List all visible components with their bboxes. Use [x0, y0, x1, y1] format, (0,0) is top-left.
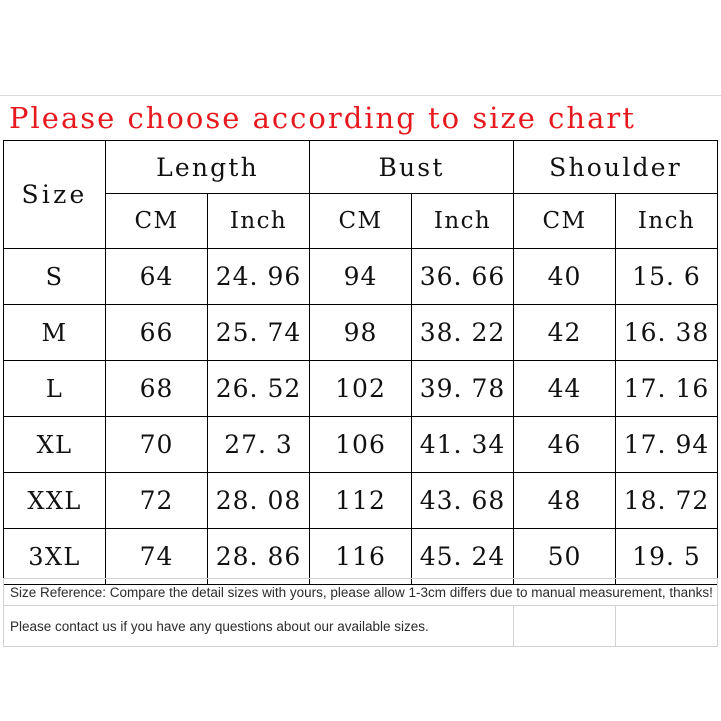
cell-bust-inch: 41. 34 [411, 416, 515, 473]
column-header-length: Length [104, 140, 311, 194]
cell-shoulder-cm: 50 [513, 528, 617, 585]
table-row: XXL 72 28. 08 112 43. 68 48 18. 72 [3, 472, 719, 529]
cell-bust-inch: 38. 22 [411, 304, 515, 361]
cell-bust-cm: 112 [309, 472, 413, 529]
table-header-units: CM Inch CM Inch CM Inch [4, 193, 719, 249]
cell-shoulder-cm: 48 [513, 472, 617, 529]
cell-size: L [3, 360, 106, 417]
size-reference-note: Size Reference: Compare the detail sizes… [3, 578, 718, 606]
cell-shoulder-cm: 42 [513, 304, 617, 361]
cell-length-cm: 70 [105, 416, 208, 473]
footnote-row-reference: Size Reference: Compare the detail sizes… [3, 578, 718, 606]
cell-shoulder-inch: 17. 16 [615, 360, 719, 417]
cell-length-inch: 28. 86 [206, 528, 311, 585]
cell-shoulder-inch: 17. 94 [615, 416, 719, 473]
cell-bust-cm: 102 [309, 360, 413, 417]
unit-header-length-cm: CM [105, 193, 208, 249]
cell-bust-inch: 39. 78 [411, 360, 515, 417]
cell-bust-inch: 45. 24 [411, 528, 515, 585]
size-chart-sheet: Please choose according to size chart Si… [0, 0, 721, 721]
column-header-bust: Bust [309, 140, 515, 194]
cell-bust-cm: 116 [309, 528, 413, 585]
cell-length-cm: 68 [105, 360, 208, 417]
footnote-spacer-cell [614, 605, 719, 647]
cell-shoulder-cm: 44 [513, 360, 617, 417]
cell-bust-inch: 36. 66 [411, 248, 515, 305]
cell-length-inch: 26. 52 [206, 360, 311, 417]
cell-length-inch: 28. 08 [206, 472, 311, 529]
cell-shoulder-inch: 16. 38 [615, 304, 719, 361]
cell-bust-cm: 106 [309, 416, 413, 473]
cell-shoulder-inch: 15. 6 [615, 248, 719, 305]
cell-shoulder-cm: 40 [513, 248, 617, 305]
cell-size: S [3, 248, 106, 305]
footnote-row-contact: Please contact us if you have any questi… [3, 605, 719, 647]
cell-length-inch: 25. 74 [206, 304, 311, 361]
unit-header-bust-inch: Inch [411, 193, 515, 249]
cell-bust-cm: 94 [309, 248, 413, 305]
contact-note: Please contact us if you have any questi… [3, 605, 514, 647]
cell-length-inch: 24. 96 [206, 248, 311, 305]
cell-length-cm: 66 [105, 304, 208, 361]
table-row: S 64 24. 96 94 36. 66 40 15. 6 [3, 248, 719, 305]
unit-header-length-inch: Inch [206, 193, 311, 249]
table-row: XL 70 27. 3 106 41. 34 46 17. 94 [3, 416, 719, 473]
chart-title-band: Please choose according to size chart [0, 96, 721, 140]
cell-size: 3XL [3, 528, 106, 585]
cell-length-cm: 72 [105, 472, 208, 529]
table-row: 3XL 74 28. 86 116 45. 24 50 19. 5 [3, 528, 719, 585]
unit-header-shoulder-cm: CM [513, 193, 617, 249]
table-header-groups: Size Length Bust Shoulder [3, 140, 719, 249]
unit-header-shoulder-inch: Inch [615, 193, 719, 249]
table-row: M 66 25. 74 98 38. 22 42 16. 38 [3, 304, 719, 361]
cell-length-inch: 27. 3 [206, 416, 311, 473]
footnotes-table: Size Reference: Compare the detail sizes… [3, 578, 719, 647]
size-chart-table: Size Length Bust Shoulder CM Inch CM Inc… [3, 140, 719, 585]
cell-shoulder-inch: 19. 5 [615, 528, 719, 585]
cell-size: XL [3, 416, 106, 473]
cell-shoulder-inch: 18. 72 [615, 472, 719, 529]
cell-size: M [3, 304, 106, 361]
footnote-spacer-cell [512, 605, 616, 647]
cell-length-cm: 74 [105, 528, 208, 585]
cell-size: XXL [3, 472, 106, 529]
page-title: Please choose according to size chart [9, 100, 636, 135]
cell-bust-cm: 98 [309, 304, 413, 361]
cell-bust-inch: 43. 68 [411, 472, 515, 529]
column-header-size: Size [3, 140, 106, 249]
cell-shoulder-cm: 46 [513, 416, 617, 473]
cell-length-cm: 64 [105, 248, 208, 305]
table-row: L 68 26. 52 102 39. 78 44 17. 16 [3, 360, 719, 417]
unit-header-bust-cm: CM [309, 193, 413, 249]
column-header-shoulder: Shoulder [513, 140, 719, 194]
